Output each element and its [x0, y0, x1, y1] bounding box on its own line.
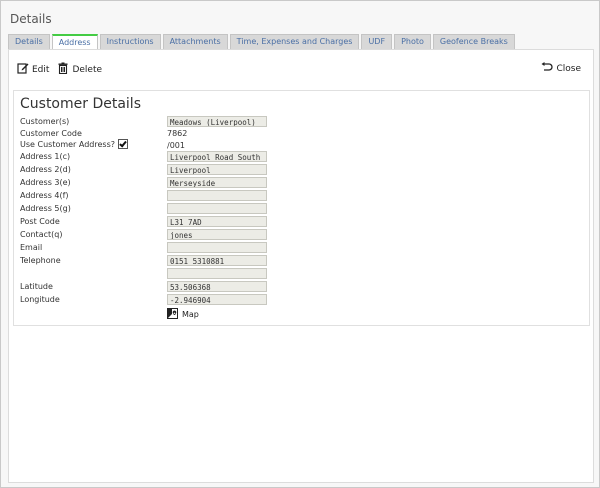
longitude-label: Longitude	[20, 295, 60, 304]
toolbar: Edit Delete	[17, 62, 102, 77]
address2-label: Address 2(d)	[20, 165, 71, 174]
latitude-field: 53.506368	[167, 281, 267, 292]
tab-photo[interactable]: Photo	[394, 34, 431, 49]
tab-udf[interactable]: UDF	[361, 34, 393, 49]
address1-field: Liverpool Road South	[167, 151, 267, 162]
tab-address[interactable]: Address	[51, 34, 98, 50]
customer-field: Meadows (Liverpool)	[167, 116, 267, 127]
address4-field	[167, 190, 267, 201]
address5-label: Address 5(g)	[20, 204, 71, 213]
close-label: Close	[556, 63, 581, 74]
address2-field: Liverpool	[167, 164, 267, 175]
customer-label: Customer(s)	[20, 117, 70, 126]
use-customer-address-checkbox[interactable]	[118, 138, 128, 149]
tab-bar: Details Address Instructions Attachments…	[8, 34, 515, 50]
use-customer-address-wrap: Use Customer Address?	[20, 138, 128, 151]
address1-label: Address 1(c)	[20, 152, 71, 161]
close-button[interactable]: Close	[541, 62, 581, 75]
edit-icon	[17, 62, 29, 77]
extra-field	[167, 268, 267, 279]
map-button[interactable]: Map	[167, 308, 199, 321]
address4-label: Address 4(f)	[20, 191, 69, 200]
tab-time-expenses[interactable]: Time, Expenses and Charges	[229, 34, 360, 49]
customer-details-panel: Customer Details Customer(s) Meadows (Li…	[13, 90, 590, 326]
longitude-field: -2.946904	[167, 294, 267, 305]
address5-field	[167, 203, 267, 214]
map-icon	[167, 308, 178, 321]
latitude-label: Latitude	[20, 282, 53, 291]
tab-geofence-breaks[interactable]: Geofence Breaks	[432, 34, 515, 49]
contact-label: Contact(q)	[20, 230, 63, 239]
undo-icon	[541, 62, 554, 75]
address3-label: Address 3(e)	[20, 178, 71, 187]
email-field	[167, 242, 267, 253]
panel-title: Customer Details	[20, 96, 141, 112]
telephone-field: 0151 5310881	[167, 255, 267, 266]
tab-attachments[interactable]: Attachments	[162, 34, 228, 49]
edit-label: Edit	[32, 64, 50, 75]
postcode-label: Post Code	[20, 217, 60, 226]
tab-instructions[interactable]: Instructions	[99, 34, 161, 49]
email-label: Email	[20, 243, 43, 252]
window-title: Details	[10, 12, 52, 26]
contact-field: jones	[167, 229, 267, 240]
delete-button[interactable]: Delete	[57, 62, 102, 77]
edit-button[interactable]: Edit	[17, 62, 49, 77]
address3-field: Merseyside	[167, 177, 267, 188]
map-label: Map	[182, 310, 199, 319]
delete-icon	[57, 62, 69, 77]
use-customer-address-label: Use Customer Address?	[20, 140, 115, 149]
delete-label: Delete	[72, 64, 103, 75]
customer-code-value: 7862 /001	[167, 129, 188, 150]
tab-details[interactable]: Details	[8, 34, 50, 49]
telephone-label: Telephone	[20, 256, 61, 265]
details-window: Details Details Address Instructions Att…	[0, 0, 600, 488]
postcode-field: L31 7AD	[167, 216, 267, 227]
tab-content: Edit Delete Close Customer Details Custo…	[8, 49, 594, 483]
